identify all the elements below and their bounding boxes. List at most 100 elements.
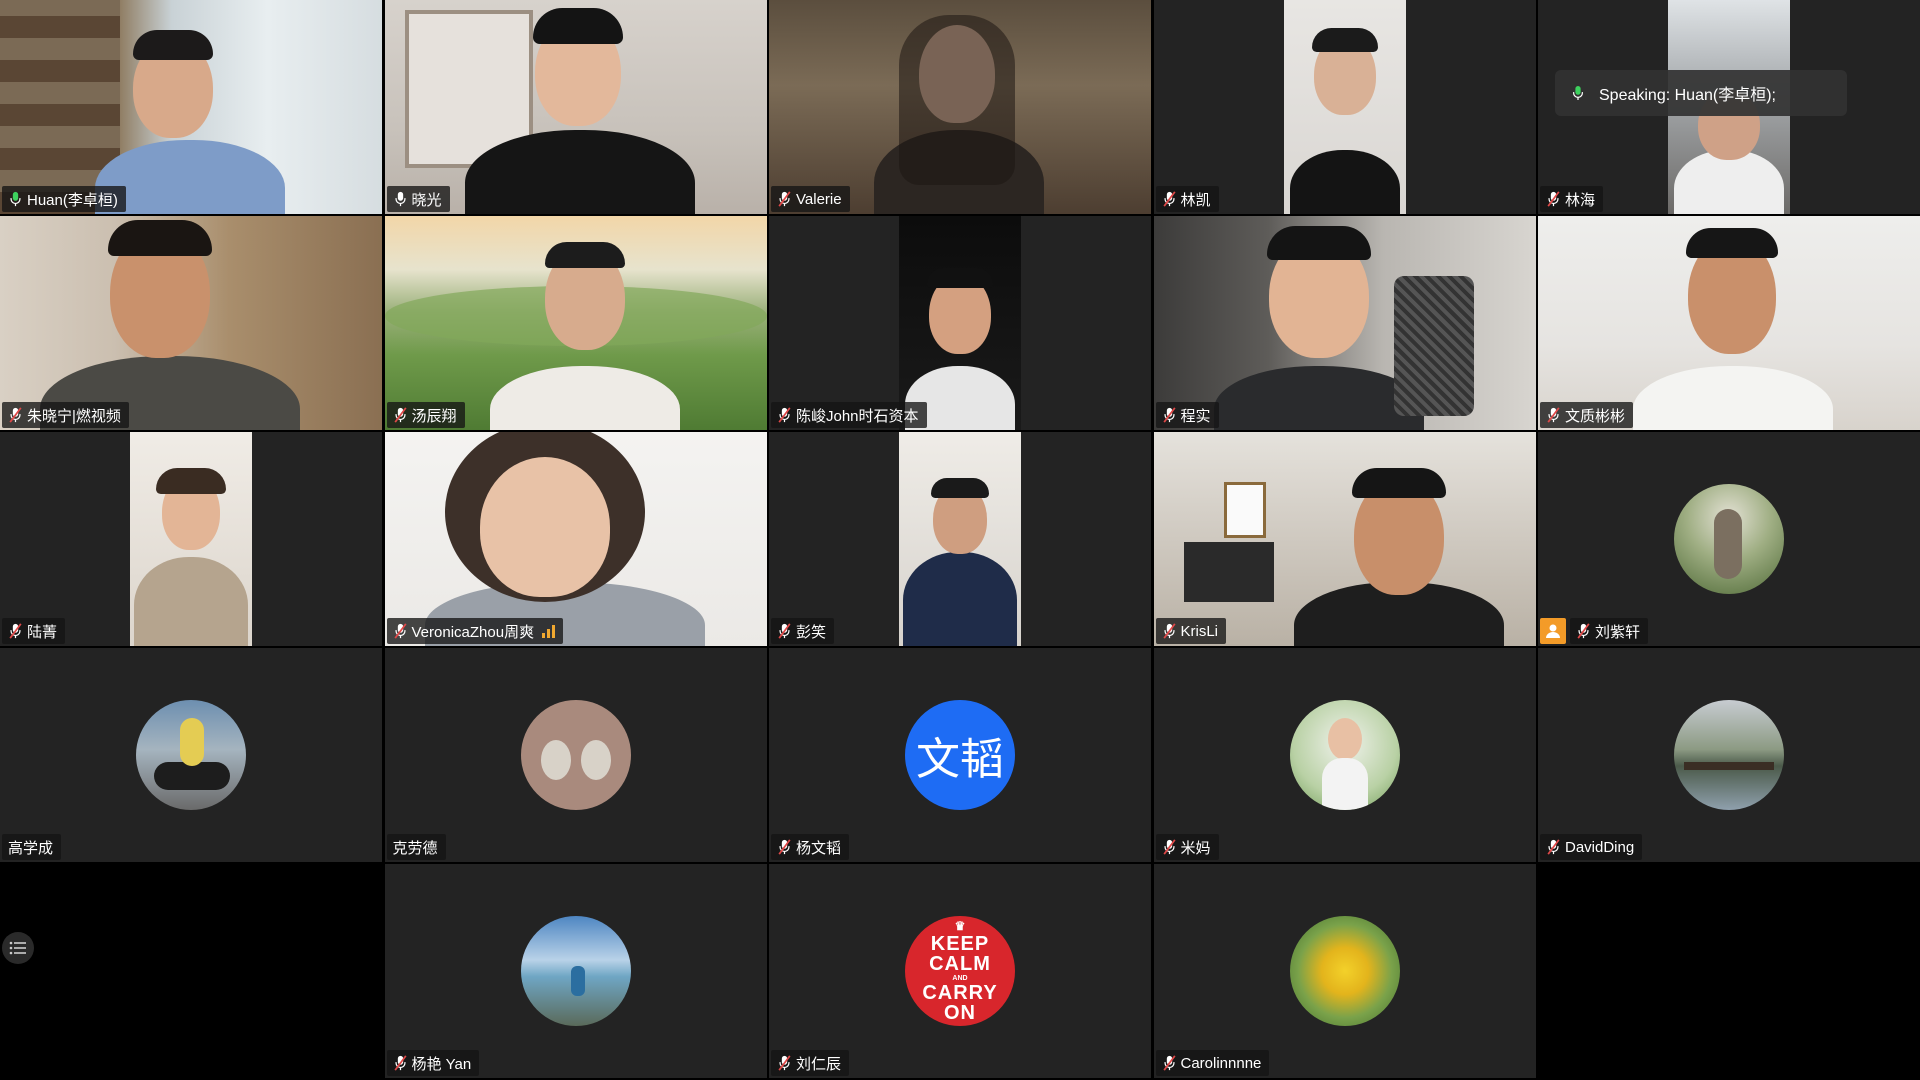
participant-figure (134, 557, 248, 646)
mic-muted-icon (1162, 839, 1177, 855)
participant-tile[interactable]: Carolinnnne (1153, 864, 1536, 1078)
participant-name: 文质彬彬 (1565, 407, 1626, 425)
participant-nameplate: 程实 (1155, 402, 1219, 428)
participant-name: 米妈 (1180, 839, 1211, 857)
poster-text: KEEP (930, 932, 990, 955)
participant-tile[interactable]: 汤辰翔 (384, 216, 767, 430)
mic-muted-icon (8, 407, 23, 423)
participant-name: 林海 (1565, 191, 1596, 209)
audio-level-icon (542, 624, 556, 638)
participant-tile[interactable]: DavidDing (1538, 648, 1920, 862)
participant-name: 克劳德 (392, 839, 438, 857)
participant-nameplate: 刘仁辰 (771, 1050, 850, 1076)
participant-video (384, 216, 767, 430)
participant-nameplate: 彭笑 (771, 618, 835, 644)
participant-tile[interactable]: Valerie (769, 0, 1151, 214)
participant-name: Huan(李卓桓) (27, 191, 118, 209)
participant-nameplate: VeronicaZhou周爽 (386, 618, 564, 644)
participant-name: Valerie (796, 190, 842, 208)
participant-video (899, 432, 1021, 646)
participant-tile[interactable]: 杨艳 Yan (384, 864, 767, 1078)
participant-list-button[interactable] (2, 932, 34, 964)
participant-tile[interactable]: 陈峻John时石资本 (769, 216, 1151, 430)
participant-video (1283, 0, 1406, 214)
participant-tile[interactable]: 文韬 杨文韬 (769, 648, 1151, 862)
participant-tile[interactable]: 朱晓宁|燃视频 (0, 216, 382, 430)
participant-nameplate: 杨文韬 (771, 834, 850, 860)
mic-muted-icon (1546, 191, 1561, 207)
mic-muted-icon (1546, 839, 1561, 855)
mic-muted-icon (8, 623, 23, 639)
empty-tile (0, 864, 382, 1078)
participant-tile[interactable]: 陆菁 (0, 432, 382, 646)
participant-video (384, 0, 767, 214)
participant-nameplate: KrisLi (1155, 618, 1227, 644)
participant-nameplate: 林凯 (1155, 186, 1219, 212)
participant-tile[interactable]: Huan(李卓桓) (0, 0, 382, 214)
participant-tile[interactable]: KrisLi (1153, 432, 1536, 646)
participant-name: 朱晓宁|燃视频 (27, 407, 121, 425)
participant-nameplate: 高学成 (2, 834, 62, 860)
participant-nameplate: 陈峻John时石资本 (771, 402, 927, 428)
participant-tile[interactable]: 彭笑 (769, 432, 1151, 646)
participant-nameplate: 克劳德 (386, 834, 446, 860)
computer-monitor (1183, 542, 1274, 602)
mic-icon (8, 191, 23, 207)
mic-muted-icon (777, 623, 792, 639)
participant-video (0, 216, 382, 430)
participant-nameplate: 陆菁 (2, 618, 66, 644)
mic-muted-icon (777, 407, 792, 423)
video-gallery: Huan(李卓桓) 晓光 Valerie 林凯 林海 朱晓宁|燃视频 汤辰翔 陈… (0, 0, 1920, 1080)
participant-video (1538, 216, 1920, 430)
poster-text: CARRY (922, 981, 998, 1004)
profile-picture (520, 916, 631, 1026)
wall-scroll (1223, 482, 1266, 538)
participant-nameplate: 刘紫轩 (1570, 618, 1649, 644)
participant-name: 陆菁 (27, 623, 58, 641)
participant-tile[interactable]: 米妈 (1153, 648, 1536, 862)
mic-muted-icon (1162, 191, 1177, 207)
participant-video (384, 432, 767, 646)
participant-name: 陈峻John时石资本 (796, 407, 919, 425)
participant-name: 刘仁辰 (796, 1055, 842, 1073)
mic-muted-icon (393, 407, 408, 423)
participant-tile[interactable]: 克劳德 (384, 648, 767, 862)
participant-video (769, 0, 1151, 214)
participant-tile[interactable]: 晓光 (384, 0, 767, 214)
active-speaker-label: Speaking: Huan(李卓桓); (1599, 87, 1776, 104)
profile-picture (1674, 484, 1784, 594)
participant-tile[interactable]: 林凯 (1153, 0, 1536, 214)
participant-video (130, 432, 252, 646)
active-speaker-banner: Speaking: Huan(李卓桓); (1555, 70, 1847, 116)
mic-muted-icon (1162, 623, 1177, 639)
profile-picture (1289, 916, 1400, 1026)
participant-figure (1213, 366, 1424, 430)
participant-name: DavidDing (1565, 838, 1635, 856)
participant-name: 彭笑 (796, 623, 827, 641)
participant-tile[interactable]: ♛ KEEP CALM AND CARRY ON 刘仁辰 (769, 864, 1151, 1078)
participant-nameplate: Carolinnnne (1155, 1050, 1270, 1076)
participant-tile[interactable]: VeronicaZhou周爽 (384, 432, 767, 646)
mic-muted-icon (1162, 407, 1177, 423)
participant-nameplate: Huan(李卓桓) (2, 186, 126, 212)
mic-icon (1571, 84, 1585, 102)
participant-tile[interactable]: 刘紫轩 (1538, 432, 1920, 646)
participant-name: 杨文韬 (796, 839, 842, 857)
participant-tile[interactable]: 高学成 (0, 648, 382, 862)
participant-name: VeronicaZhou周爽 (411, 623, 535, 641)
participant-name: 汤辰翔 (411, 407, 457, 425)
mic-muted-icon (777, 1055, 792, 1071)
participant-nameplate: 汤辰翔 (386, 402, 465, 428)
profile-picture (1674, 700, 1784, 810)
mic-icon (393, 191, 408, 207)
participant-video (899, 216, 1021, 430)
participant-name: Carolinnnne (1180, 1054, 1262, 1072)
participant-name: 刘紫轩 (1595, 623, 1641, 641)
participant-figure (903, 552, 1017, 646)
profile-picture: ♛ KEEP CALM AND CARRY ON (905, 916, 1015, 1026)
participant-video (0, 0, 382, 214)
participant-name: 晓光 (411, 191, 442, 209)
participant-tile[interactable]: 文质彬彬 (1538, 216, 1920, 430)
participant-tile[interactable]: 程实 (1153, 216, 1536, 430)
mic-muted-icon (393, 1055, 408, 1071)
